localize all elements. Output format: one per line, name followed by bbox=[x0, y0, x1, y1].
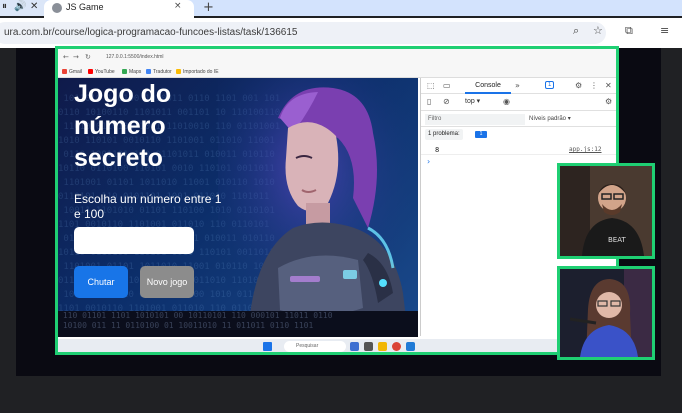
bookmark-gmail[interactable]: Gmail bbox=[62, 69, 82, 75]
filter-input[interactable]: Filtro bbox=[425, 114, 525, 125]
page-footer-area bbox=[16, 376, 661, 413]
tab-console[interactable]: Console bbox=[465, 78, 511, 94]
bookmark-tradutor[interactable]: Tradutor bbox=[146, 69, 172, 75]
volume-icon[interactable]: 🔊 bbox=[14, 1, 26, 12]
taskbar-search[interactable]: Pesquisar bbox=[284, 341, 346, 352]
inner-url[interactable]: 127.0.0.1:5500/index.html bbox=[106, 54, 164, 60]
svg-text:BEAT: BEAT bbox=[608, 236, 626, 244]
webcam-instructor-1: BEAT bbox=[557, 163, 655, 259]
close-tab-icon[interactable]: × bbox=[174, 1, 182, 11]
bookmark-youtube[interactable]: YouTube bbox=[88, 69, 115, 75]
media-icon[interactable]: ≡ bbox=[660, 24, 669, 37]
previous-tab[interactable]: ⏸ 🔊 ✕ bbox=[0, 0, 46, 16]
tab-title: JS Game bbox=[66, 2, 104, 12]
vscode-icon[interactable] bbox=[406, 342, 415, 351]
bookmark-maps[interactable]: Maps bbox=[122, 69, 141, 75]
forward-icon[interactable]: → bbox=[73, 53, 79, 61]
app-icon-2[interactable] bbox=[364, 342, 373, 351]
webcam-instructor-2 bbox=[557, 266, 655, 360]
guess-input[interactable] bbox=[74, 227, 194, 254]
star-icon[interactable]: ☆ bbox=[593, 24, 603, 37]
astronaut-illustration bbox=[218, 78, 418, 336]
issues-badge[interactable]: 1 bbox=[475, 131, 487, 138]
reload-icon[interactable]: ↻ bbox=[85, 53, 91, 61]
console-log-source-link[interactable]: app.js:12 bbox=[569, 146, 602, 153]
console-log-value: 8 bbox=[435, 146, 440, 154]
chrome-icon[interactable] bbox=[392, 342, 401, 351]
instruction-text: Escolha um número entre 1 e 100 bbox=[74, 192, 222, 221]
globe-icon bbox=[52, 3, 62, 13]
url-text[interactable]: ura.com.br/course/logica-programacao-fun… bbox=[4, 27, 297, 38]
page-title: Jogo do número secreto bbox=[74, 80, 172, 172]
clear-console-icon[interactable]: ⊘ bbox=[443, 97, 450, 106]
back-icon[interactable]: ← bbox=[63, 53, 69, 61]
binary-strip: 110 01101 1101 1010101 00 10110101 110 0… bbox=[58, 311, 418, 337]
issues-button[interactable]: 1 problema: bbox=[425, 129, 463, 140]
settings-icon[interactable]: ⚙ bbox=[575, 81, 582, 90]
devtools-tab-bar: ⬚ ▭ Console » 1 ⚙ ⋮ ✕ bbox=[421, 78, 616, 94]
person-icon: BEAT bbox=[560, 166, 652, 256]
app-icon-1[interactable] bbox=[350, 342, 359, 351]
extensions-icon[interactable]: ⧉ bbox=[625, 24, 633, 38]
kebab-menu-icon[interactable]: ⋮ bbox=[590, 81, 598, 90]
new-tab-button[interactable]: + bbox=[203, 0, 214, 15]
windows-taskbar: Pesquisar bbox=[58, 339, 616, 352]
console-prompt[interactable]: › bbox=[427, 157, 430, 166]
more-tabs-icon[interactable]: » bbox=[515, 81, 520, 90]
active-tab[interactable]: JS Game × bbox=[44, 0, 194, 18]
close-devtools-icon[interactable]: ✕ bbox=[605, 81, 612, 90]
device-icon[interactable]: ▭ bbox=[443, 81, 451, 90]
guess-button[interactable]: Chutar bbox=[74, 266, 128, 298]
context-select[interactable]: top ▾ bbox=[465, 97, 480, 105]
sidebar-icon[interactable]: ▯ bbox=[427, 97, 431, 106]
console-toolbar: ▯ ⊘ ◉ ⚙ bbox=[421, 94, 616, 111]
close-icon[interactable]: ✕ bbox=[30, 1, 38, 12]
folder-icon[interactable] bbox=[378, 342, 387, 351]
eye-icon[interactable]: ◉ bbox=[503, 97, 510, 106]
console-settings-icon[interactable]: ⚙ bbox=[605, 97, 612, 106]
inspect-icon[interactable]: ⬚ bbox=[427, 81, 435, 90]
windows-start-icon[interactable] bbox=[263, 342, 272, 351]
bookmark-importado[interactable]: Importado do IE bbox=[176, 69, 219, 75]
bookmarks-bar: Gmail YouTube Maps Tradutor Importado do… bbox=[58, 67, 616, 78]
messages-badge[interactable]: 1 bbox=[545, 81, 555, 89]
zoom-icon[interactable]: ⌕ bbox=[573, 24, 579, 38]
pause-icon[interactable]: ⏸ bbox=[2, 1, 7, 12]
levels-dropdown[interactable]: Níveis padrão ▾ bbox=[529, 115, 571, 122]
new-game-button[interactable]: Novo jogo bbox=[140, 266, 194, 298]
person-icon bbox=[560, 269, 652, 357]
inner-browser-toolbar: ← → ↻ 127.0.0.1:5500/index.html bbox=[58, 49, 616, 69]
